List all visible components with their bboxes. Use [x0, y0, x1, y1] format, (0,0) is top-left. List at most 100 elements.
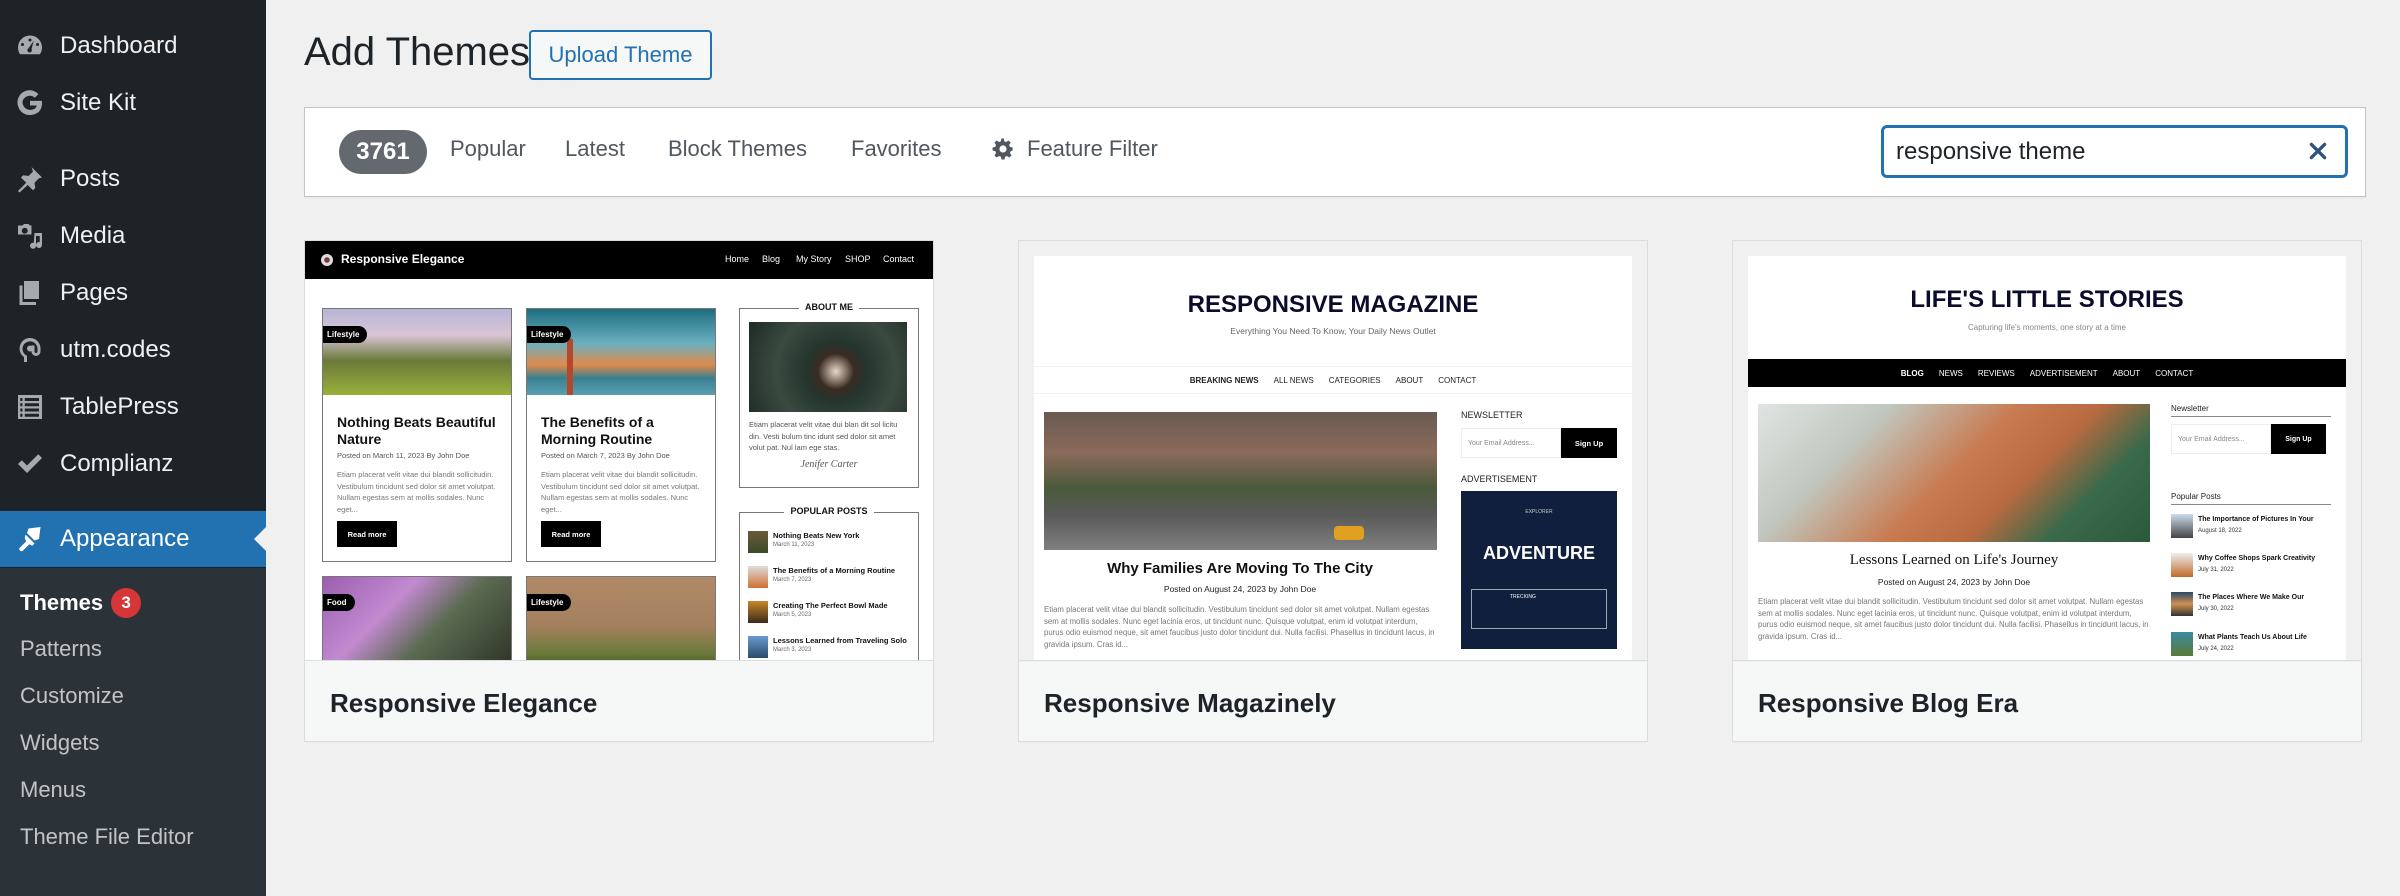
submenu-item-widgets[interactable]: Widgets: [20, 730, 99, 756]
town-view-image: [1758, 404, 2150, 542]
widget-title: ABOUT ME: [799, 302, 859, 312]
popular-post-title: Nothing Beats New York: [773, 531, 860, 540]
theme-count-badge: 3761: [339, 130, 427, 174]
theme-search-box: [1881, 125, 2348, 178]
ad-box-title: TRECKING: [1510, 594, 1536, 600]
popular-post-title: Why Coffee Shops Spark Creativity: [2198, 555, 2316, 562]
popular-post-title: The Benefits of a Morning Routine: [773, 566, 896, 575]
preview-nav-item: My Story: [796, 254, 832, 264]
preview-post-excerpt: Etiam placerat velit vitae dui blandit s…: [541, 470, 700, 514]
popular-post-item: The Benefits of a Morning Routine March 7…: [748, 566, 913, 598]
filter-latest[interactable]: Latest: [565, 136, 625, 162]
preview-header: Responsive Elegance Home Blog My Story S…: [305, 241, 933, 279]
logo-icon: [321, 254, 333, 266]
signature: Jenifer Carter: [800, 459, 858, 470]
sidebar-item-appearance[interactable]: Appearance: [0, 511, 266, 567]
admin-sidebar: Dashboard Site Kit Posts Media Pages utm…: [0, 0, 266, 896]
sidebar-item-utm-codes[interactable]: utm.codes: [0, 322, 266, 378]
preview-newsletter-label: NEWSLETTER: [1461, 410, 1523, 420]
filter-favorites[interactable]: Favorites: [851, 136, 941, 162]
preview-about-widget: ABOUT ME Etiam placerat velit vitae dui …: [739, 302, 919, 488]
preview-post-meta: Posted on March 7, 2023 By John Doe: [541, 451, 670, 460]
about-text: Etiam placerat velit vitae dui blan dit …: [749, 420, 898, 452]
table-list-icon: [0, 392, 60, 422]
popular-post-item: Creating The Perfect Bowl Made March 5, 2…: [748, 601, 913, 633]
preview-post-card: Food: [322, 576, 512, 660]
preview-nav-item: CONTACT: [1438, 376, 1477, 385]
preview-nav-item: Contact: [883, 254, 915, 264]
thumbnail: [748, 566, 768, 588]
sidebar-item-dashboard[interactable]: Dashboard: [0, 18, 266, 74]
filter-block-themes[interactable]: Block Themes: [668, 136, 807, 162]
popular-post-date: August 18, 2022: [2198, 528, 2242, 534]
feature-filter-button[interactable]: Feature Filter: [991, 136, 1158, 162]
popular-post-date: March 7, 2023: [773, 577, 812, 583]
submenu-item-themes[interactable]: Themes 3: [20, 588, 142, 618]
preview-post-excerpt: Etiam placerat velit vitae dui blandit s…: [1758, 597, 2149, 641]
upload-theme-button[interactable]: Upload Theme: [529, 30, 712, 80]
sidebar-item-complianz[interactable]: Complianz: [0, 436, 266, 492]
preview-post-meta: Posted on August 24, 2023 by John Doe: [1877, 577, 2031, 587]
preview-nav-item: CATEGORIES: [1328, 376, 1381, 385]
thumbnail: [748, 531, 768, 553]
ad-headline: ADVENTURE: [1482, 543, 1595, 563]
sidebar-item-label: Complianz: [60, 450, 174, 477]
sidebar-item-site-kit[interactable]: Site Kit: [0, 75, 266, 131]
portrait-image: [749, 322, 907, 412]
submenu-item-patterns[interactable]: Patterns: [20, 636, 102, 662]
ad-brand: EXPLORER: [1525, 509, 1553, 515]
taxi: [1334, 526, 1364, 540]
preview-post-meta: Posted on March 11, 2023 By John Doe: [337, 451, 470, 460]
submenu-item-theme-file-editor[interactable]: Theme File Editor: [20, 824, 194, 850]
preview-signup-button: Sign Up: [2271, 424, 2326, 454]
sidebar-item-media[interactable]: Media: [0, 208, 266, 264]
theme-search-input[interactable]: [1896, 136, 2296, 168]
widget-title: POPULAR POSTS: [784, 506, 874, 516]
popular-post-date: July 31, 2022: [2198, 567, 2234, 573]
theme-card-footer: Responsive Elegance: [305, 662, 933, 741]
submenu-item-customize[interactable]: Customize: [20, 683, 124, 709]
theme-name: Responsive Blog Era: [1758, 688, 2019, 718]
preview-post-card: Lifestyle The Benefits of a Morning Rout…: [526, 308, 716, 562]
sidebar-item-pages[interactable]: Pages: [0, 265, 266, 321]
preview-nav-item: SHOP: [845, 254, 871, 264]
update-count-badge: 3: [111, 588, 142, 618]
popular-post-title: The Places Where We Make Our: [2198, 594, 2305, 601]
popular-post-date: July 24, 2022: [2198, 646, 2234, 652]
popular-post-date: July 30, 2022: [2198, 606, 2234, 612]
filter-popular[interactable]: Popular: [450, 136, 526, 162]
preview-newsletter-label: Newsletter: [2171, 404, 2331, 417]
preview-nav-item: ADVERTISEMENT: [2029, 369, 2098, 378]
theme-card-footer: Responsive Magazinely: [1019, 662, 1647, 741]
theme-card-responsive-elegance[interactable]: Responsive Elegance Home Blog My Story S…: [304, 240, 934, 742]
preview-popular-label: Popular Posts: [2171, 492, 2331, 505]
theme-card-responsive-magazinely[interactable]: RESPONSIVE MAGAZINE Everything You Need …: [1018, 240, 1648, 742]
sidebar-item-tablepress[interactable]: TablePress: [0, 379, 266, 435]
preview-post-card: Lifestyle Nothing Beats Beautiful Nature…: [322, 308, 512, 562]
thumbnail: [748, 636, 768, 658]
sidebar-item-label: Appearance: [60, 525, 190, 552]
preview-nav-item: BREAKING NEWS: [1189, 376, 1259, 385]
sidebar-item-posts[interactable]: Posts: [0, 151, 266, 207]
popular-post-title: Lessons Learned from Traveling Solo: [773, 636, 907, 645]
sidebar-item-label: Site Kit: [60, 89, 137, 116]
theme-card-responsive-blog-era[interactable]: LIFE'S LITTLE STORIES Capturing life's m…: [1732, 240, 2362, 742]
preview-nav-item: BLOG: [1900, 369, 1924, 378]
mountain-image: [323, 309, 511, 395]
appearance-submenu: Themes 3 Patterns Customize Widgets Menus…: [0, 568, 266, 896]
clear-search-icon[interactable]: [2307, 140, 2331, 164]
preview-popular-posts-widget: POPULAR POSTS Nothing Beats New York Marc…: [739, 506, 919, 660]
preview-post-excerpt: Etiam placerat velit vitae dui blandit s…: [1044, 605, 1435, 649]
popular-post-date: March 11, 2023: [773, 542, 815, 548]
preview-category-tag: Lifestyle: [527, 594, 572, 611]
theme-screenshot: LIFE'S LITTLE STORIES Capturing life's m…: [1733, 241, 2361, 661]
preview-post-title: Lessons Learned on Life's Journey: [1849, 552, 2059, 568]
preview-email-field: Your Email Address...: [1461, 428, 1561, 458]
preview-nav-item: ABOUT: [2112, 369, 2141, 378]
preview-nav-item: ABOUT: [1395, 376, 1424, 385]
submenu-item-menus[interactable]: Menus: [20, 777, 86, 803]
popular-post-item: Lessons Learned from Traveling Solo March…: [748, 636, 913, 660]
preview-ad-banner: EXPLORER ADVENTURE TRECKING: [1461, 491, 1617, 649]
popular-post-item: The Importance of Pictures In Your August…: [2171, 514, 2331, 552]
theme-screenshot: RESPONSIVE MAGAZINE Everything You Need …: [1019, 241, 1647, 661]
